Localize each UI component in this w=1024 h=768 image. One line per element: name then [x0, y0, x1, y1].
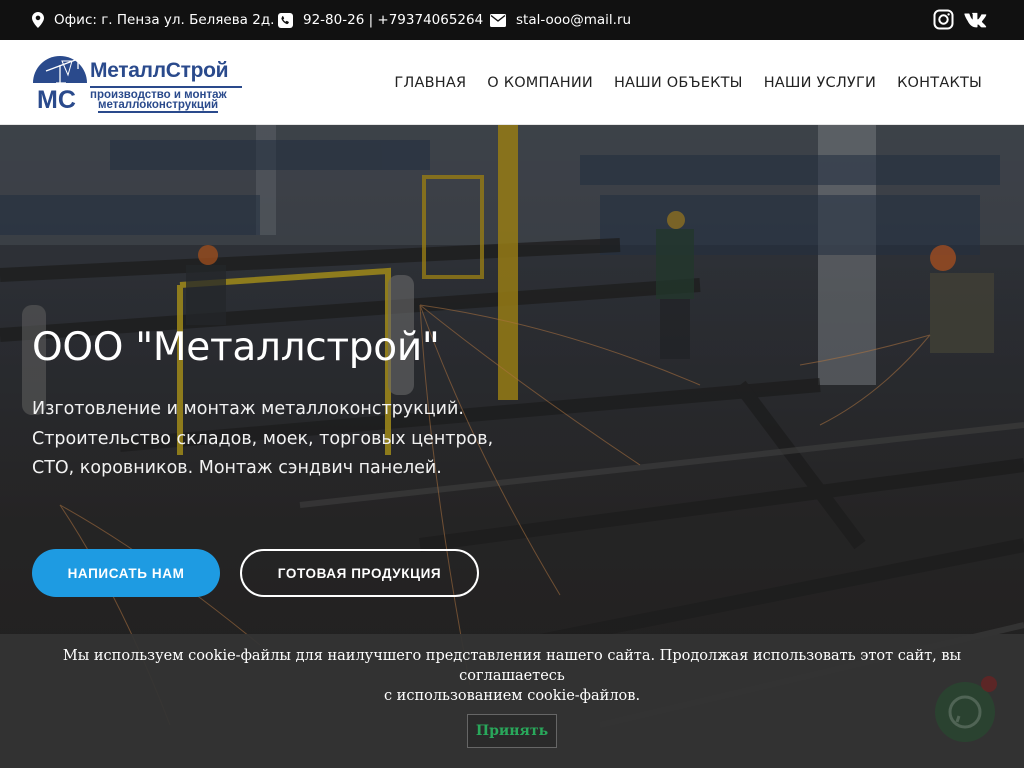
- vk-icon[interactable]: [964, 12, 988, 28]
- logo-brand-name: МеталлСтрой: [90, 59, 229, 82]
- hero-description-line: Изготовление и монтаж металлоконструкций…: [32, 399, 464, 419]
- map-pin-icon: [32, 12, 44, 28]
- main-nav: ГЛАВНАЯ О КОМПАНИИ НАШИ ОБЪЕКТЫ НАШИ УСЛ…: [394, 40, 982, 125]
- logo-initials: МС: [37, 86, 76, 111]
- nav-item-services[interactable]: НАШИ УСЛУГИ: [764, 75, 876, 91]
- nav-item-home[interactable]: ГЛАВНАЯ: [394, 75, 466, 91]
- nav-item-objects[interactable]: НАШИ ОБЪЕКТЫ: [614, 75, 743, 91]
- instagram-icon[interactable]: [933, 9, 954, 30]
- social-links: [933, 9, 988, 30]
- cookie-banner: Мы используем cookie-файлы для наилучшег…: [0, 634, 1024, 768]
- address-text: Офис: г. Пенза ул. Беляева 2д.: [54, 12, 275, 28]
- logo-tagline-2: металлоконструкций: [98, 99, 219, 113]
- envelope-icon: [490, 13, 506, 27]
- nav-item-contacts[interactable]: КОНТАКТЫ: [897, 75, 982, 91]
- phone-icon: [278, 12, 293, 28]
- write-to-us-button[interactable]: НАПИСАТЬ НАМ: [32, 549, 220, 597]
- site-logo[interactable]: МС МеталлСтрой производство и монтаж мет…: [32, 53, 244, 113]
- email-text[interactable]: stal-ooo@mail.ru: [516, 12, 631, 28]
- top-contact-bar: Офис: г. Пенза ул. Беляева 2д. 92-80-26 …: [0, 0, 1024, 40]
- address-contact: Офис: г. Пенза ул. Беляева 2д.: [32, 0, 274, 40]
- phone-text[interactable]: 92-80-26 | +79374065264: [303, 12, 483, 28]
- accept-cookies-button[interactable]: Принять: [467, 714, 557, 748]
- hero-description-line: Строительство складов, моек, торговых це…: [32, 428, 494, 449]
- logo-emblem: МС: [33, 56, 87, 111]
- ready-products-button[interactable]: ГОТОВАЯ ПРОДУКЦИЯ: [240, 549, 479, 597]
- site-header: МС МеталлСтрой производство и монтаж мет…: [0, 40, 1024, 125]
- notification-badge: [981, 676, 997, 692]
- hero-title: ООО "Металлстрой": [32, 325, 440, 370]
- whatsapp-chat-button[interactable]: [935, 676, 997, 742]
- phone-contact[interactable]: 92-80-26 | +79374065264: [278, 0, 483, 40]
- cookie-notice-line: Мы используем cookie-файлы для наилучшег…: [62, 648, 962, 684]
- email-contact[interactable]: stal-ooo@mail.ru: [490, 0, 631, 40]
- hero-description-line: СТО, коровников. Монтаж сэндвич панелей.: [32, 458, 442, 478]
- hero-description: Изготовление и монтаж металлоконструкций…: [32, 395, 512, 484]
- nav-item-about[interactable]: О КОМПАНИИ: [487, 75, 593, 91]
- cookie-notice-line: с использованием cookie-файлов.: [383, 688, 641, 704]
- cookie-notice-text: Мы используем cookie-файлы для наилучшег…: [20, 646, 1004, 706]
